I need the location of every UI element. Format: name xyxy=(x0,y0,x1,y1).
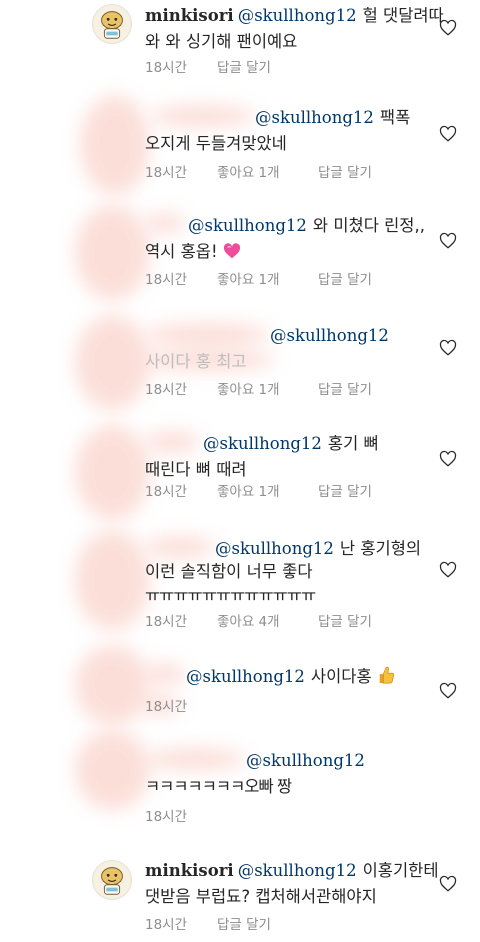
redacted-username xyxy=(145,323,270,347)
like-count[interactable]: 좋아요 4개 xyxy=(217,613,280,631)
like-heart-icon[interactable] xyxy=(439,561,457,579)
comment-text-line2: ㅋㅋㅋㅋㅋㅋㅋ오빠 짱 xyxy=(145,777,292,796)
redacted-avatar xyxy=(75,205,150,300)
pink-heart-emoji-icon xyxy=(223,243,240,259)
redacted-avatar xyxy=(80,95,150,195)
like-count[interactable]: 좋아요 1개 xyxy=(217,164,280,182)
comment-mention[interactable]: @skullhong12 xyxy=(203,434,322,453)
comment-text-line3: ㅠㅠㅠㅠㅠㅠㅠㅠㅠㅠㅠㅠ xyxy=(145,586,316,605)
comment-mention[interactable]: @skullhong12 xyxy=(215,539,334,558)
comment-text-line2: 때린다 뼈 때려 xyxy=(145,460,247,479)
comment-text-line2: 역시 홍옵! xyxy=(145,242,218,261)
comment-text-line2: 댓받음 부럽됴? 캡처해서관해야지 xyxy=(145,887,377,906)
thumbs-up-emoji-icon xyxy=(379,666,394,684)
comment-text-line2: 오지게 두들겨맞았네 xyxy=(145,134,287,153)
comment-text-line2: 이런 솔직함이 너무 좋다 xyxy=(145,562,313,581)
reply-button[interactable]: 답글 달기 xyxy=(318,381,372,399)
comment-text-line2: 와 와 싱기해 팬이예요 xyxy=(145,32,298,51)
comment-item: @skullhong12 사이다 홍 최고 18시간 좋아요 1개 답글 달기 xyxy=(0,315,480,425)
comment-text: 팩폭 xyxy=(379,108,411,127)
comment-mention[interactable]: @skullhong12 xyxy=(186,667,305,686)
comment-time: 18시간 xyxy=(145,165,188,181)
comment-username[interactable]: minkisori xyxy=(145,6,234,25)
redacted-avatar xyxy=(75,530,150,630)
comment-item: minkisori @skullhong12 이홍기한테 댓받음 부럽됴? 캡처해서… xyxy=(0,840,480,942)
redacted-avatar xyxy=(75,425,150,520)
comment-item: @skullhong12 ㅋㅋㅋㅋㅋㅋㅋ오빠 짱 18시간 xyxy=(0,730,480,840)
comment-text: 이홍기한테 xyxy=(362,861,439,880)
comment-time: 18시간 xyxy=(145,699,188,715)
comment-time: 18시간 xyxy=(145,272,188,288)
reply-button[interactable]: 답글 달기 xyxy=(217,59,271,77)
like-heart-icon[interactable] xyxy=(439,232,457,250)
comment-mention[interactable]: @skullhong12 xyxy=(238,6,357,25)
reply-button[interactable]: 답글 달기 xyxy=(318,164,372,182)
comment-text: 헐 댓달려따 xyxy=(362,6,444,25)
like-heart-icon[interactable] xyxy=(439,450,457,468)
comment-item: @skullhong12 난 홍기형의 이런 솔직함이 너무 좋다 ㅠㅠㅠㅠㅠㅠㅠ… xyxy=(0,530,480,645)
comment-item: @skullhong12 와 미쳤다 린정,, 역시 홍옵! 18시간 좋아요 1… xyxy=(0,205,480,315)
comment-text: 사이다홍 xyxy=(310,667,372,686)
comment-time: 18시간 xyxy=(145,917,188,933)
comment-time: 18시간 xyxy=(145,60,188,76)
avatar[interactable] xyxy=(92,860,132,900)
redacted-username xyxy=(145,431,200,453)
like-count[interactable]: 좋아요 1개 xyxy=(217,271,280,289)
character-avatar-icon xyxy=(93,5,131,43)
reply-button[interactable]: 답글 달기 xyxy=(318,613,372,631)
redacted-username xyxy=(145,536,215,558)
redacted-avatar xyxy=(75,730,150,810)
comment-username[interactable]: minkisori xyxy=(145,861,234,880)
comment-text-line2: 사이다 홍 최고 xyxy=(145,352,247,371)
redacted-username xyxy=(150,105,255,127)
like-heart-icon[interactable] xyxy=(439,682,457,700)
redacted-avatar xyxy=(75,315,150,410)
comment-item: @skullhong12 팩폭 오지게 두들겨맞았네 18시간 좋아요 1개 답글… xyxy=(0,95,480,205)
comment-mention[interactable]: @skullhong12 xyxy=(238,861,357,880)
comment-text: 홍기 뼈 xyxy=(327,434,379,453)
comment-time: 18시간 xyxy=(145,484,188,500)
reply-button[interactable]: 답글 달기 xyxy=(318,271,372,289)
character-avatar-icon xyxy=(93,861,131,899)
comment-time: 18시간 xyxy=(145,614,188,630)
comment-text: 와 미쳤다 린정,, xyxy=(312,216,425,235)
comment-item: @skullhong12 사이다홍 18시간 xyxy=(0,645,480,730)
avatar[interactable] xyxy=(92,4,132,44)
like-count[interactable]: 좋아요 1개 xyxy=(217,381,280,399)
comment-text: 난 홍기형의 xyxy=(339,539,422,558)
reply-button[interactable]: 답글 달기 xyxy=(318,483,372,501)
comment-mention[interactable]: @skullhong12 xyxy=(246,751,365,770)
comment-mention[interactable]: @skullhong12 xyxy=(188,216,307,235)
like-heart-icon[interactable] xyxy=(439,339,457,357)
redacted-username xyxy=(145,663,185,685)
like-count[interactable]: 좋아요 1개 xyxy=(217,483,280,501)
comment-item: @skullhong12 홍기 뼈 때린다 뼈 때려 18시간 좋아요 1개 답글… xyxy=(0,425,480,530)
like-heart-icon[interactable] xyxy=(439,875,457,893)
redacted-avatar xyxy=(75,645,150,725)
like-heart-icon[interactable] xyxy=(439,19,457,37)
comment-mention[interactable]: @skullhong12 xyxy=(255,108,374,127)
redacted-username xyxy=(145,213,185,233)
reply-button[interactable]: 답글 달기 xyxy=(217,916,271,934)
comment-time: 18시간 xyxy=(145,382,188,398)
comment-mention[interactable]: @skullhong12 xyxy=(270,326,389,345)
like-heart-icon[interactable] xyxy=(439,125,457,143)
redacted-username xyxy=(145,748,245,770)
comment-time: 18시간 xyxy=(145,809,188,825)
comment-item: minkisori @skullhong12 헐 댓달려따 와 와 싱기해 팬이예요… xyxy=(0,0,480,95)
